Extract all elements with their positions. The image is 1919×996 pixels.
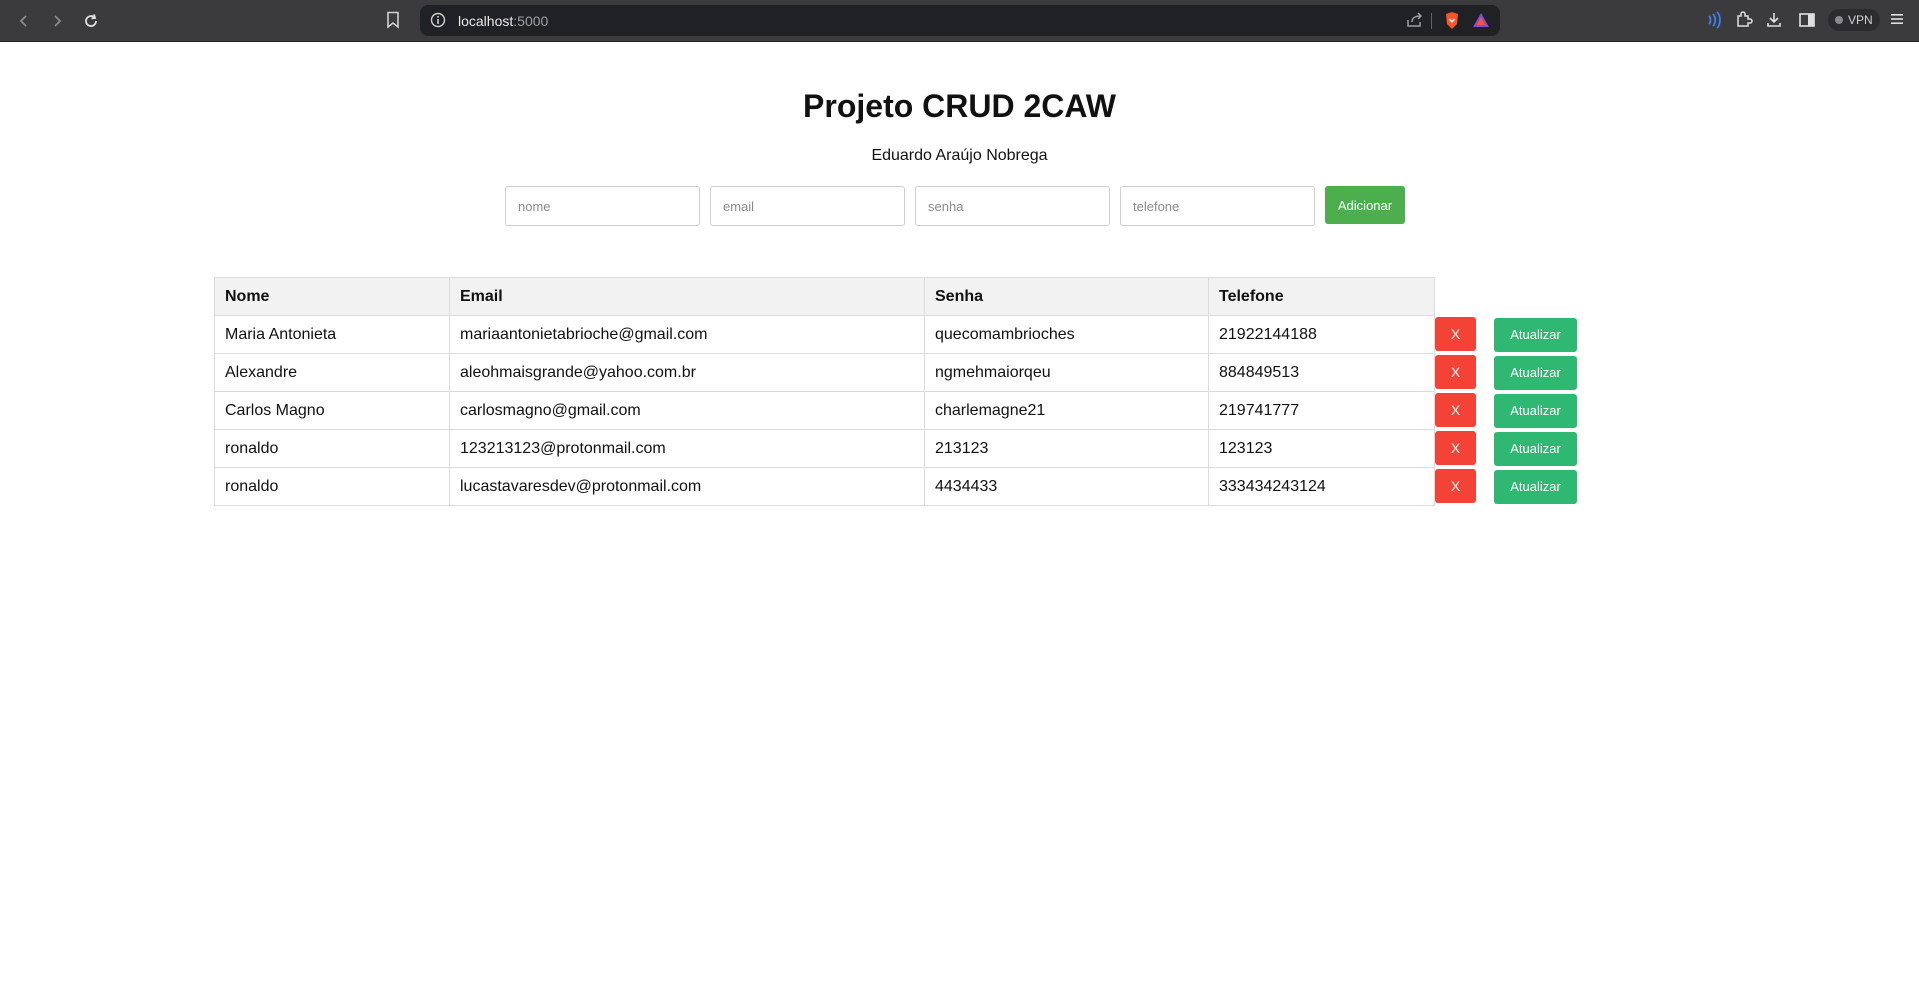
row-actions: X Atualizar [1435, 468, 1595, 506]
vpn-label: VPN [1848, 13, 1873, 27]
cell-nome: ronaldo [214, 467, 450, 506]
table-row: Maria Antonieta mariaantonietabrioche@gm… [214, 315, 1595, 354]
cell-senha: 4434433 [924, 467, 1209, 506]
cell-telefone: 884849513 [1208, 353, 1435, 392]
cell-email: carlosmagno@gmail.com [449, 391, 925, 430]
extensions-icon[interactable] [1735, 11, 1753, 29]
cell-email: 123213123@protonmail.com [449, 429, 925, 468]
speedreader-icon[interactable] [1706, 11, 1722, 29]
vpn-status-icon [1835, 16, 1843, 24]
back-button[interactable] [12, 9, 36, 33]
vpn-button[interactable]: VPN [1828, 9, 1880, 31]
share-icon[interactable] [1406, 12, 1424, 28]
delete-button[interactable]: X [1435, 431, 1476, 466]
brave-rewards-icon[interactable] [1472, 12, 1490, 28]
separator [1431, 13, 1432, 29]
senha-input[interactable] [915, 186, 1110, 226]
chevron-right-icon [54, 15, 62, 27]
table-row: ronaldo lucastavaresdev@protonmail.com 4… [214, 467, 1595, 506]
delete-button[interactable]: X [1435, 393, 1476, 428]
cell-email: mariaantonietabrioche@gmail.com [449, 315, 925, 354]
table-row: Carlos Magno carlosmagno@gmail.com charl… [214, 391, 1595, 430]
reload-icon [85, 14, 97, 27]
table-row: Alexandre aleohmaisgrande@yahoo.com.br n… [214, 353, 1595, 392]
sidebar-icon[interactable] [1798, 11, 1816, 29]
delete-button[interactable]: X [1435, 317, 1476, 352]
cell-nome: Maria Antonieta [214, 315, 450, 354]
cell-senha: quecomambrioches [924, 315, 1209, 354]
delete-button[interactable]: X [1435, 355, 1476, 390]
reload-button[interactable] [79, 9, 103, 33]
update-button[interactable]: Atualizar [1494, 469, 1577, 504]
column-header-email: Email [449, 277, 925, 316]
row-actions: X Atualizar [1435, 316, 1595, 354]
menu-icon[interactable] [1889, 11, 1905, 27]
cell-telefone: 21922144188 [1208, 315, 1435, 354]
page-title: Projeto CRUD 2CAW [803, 88, 1116, 124]
update-button[interactable]: Atualizar [1494, 393, 1577, 428]
browser-toolbar: localhost:5000 VPN [0, 0, 1919, 42]
row-actions: X Atualizar [1435, 354, 1595, 392]
email-input[interactable] [710, 186, 905, 226]
cell-nome: ronaldo [214, 429, 450, 468]
row-actions: X Atualizar [1435, 430, 1595, 468]
brave-shields-icon[interactable] [1444, 11, 1460, 30]
table-header-row: Nome Email Senha Telefone [214, 277, 1595, 316]
cell-senha: charlemagne21 [924, 391, 1209, 430]
cell-senha: 213123 [924, 429, 1209, 468]
url-host: localhost [458, 13, 514, 29]
nome-input[interactable] [505, 186, 700, 226]
column-header-nome: Nome [214, 277, 450, 316]
address-bar[interactable]: localhost:5000 [420, 5, 1500, 36]
cell-telefone: 123123 [1208, 429, 1435, 468]
bookmark-icon[interactable] [386, 11, 400, 29]
cell-email: lucastavaresdev@protonmail.com [449, 467, 925, 506]
column-header-senha: Senha [924, 277, 1209, 316]
url-port: :5000 [513, 13, 549, 29]
download-icon[interactable] [1766, 11, 1782, 29]
info-icon[interactable] [430, 12, 446, 28]
add-button[interactable]: Adicionar [1325, 186, 1405, 224]
update-button[interactable]: Atualizar [1494, 317, 1577, 352]
telefone-input[interactable] [1120, 186, 1315, 226]
cell-nome: Alexandre [214, 353, 450, 392]
table-row: ronaldo 123213123@protonmail.com 213123 … [214, 429, 1595, 468]
update-button[interactable]: Atualizar [1494, 431, 1577, 466]
cell-nome: Carlos Magno [214, 391, 450, 430]
cell-email: aleohmaisgrande@yahoo.com.br [449, 353, 925, 392]
url-text: localhost:5000 [458, 13, 548, 29]
cell-telefone: 333434243124 [1208, 467, 1435, 506]
chevron-left-icon [19, 15, 27, 27]
actions-header-spacer [1435, 278, 1595, 316]
users-table: Nome Email Senha Telefone Maria Antoniet… [214, 277, 1595, 506]
page-subtitle: Eduardo Araújo Nobrega [871, 147, 1048, 164]
cell-telefone: 219741777 [1208, 391, 1435, 430]
forward-button[interactable] [45, 9, 69, 33]
delete-button[interactable]: X [1435, 469, 1476, 504]
update-button[interactable]: Atualizar [1494, 355, 1577, 390]
cell-senha: ngmehmaiorqeu [924, 353, 1209, 392]
row-actions: X Atualizar [1435, 392, 1595, 430]
column-header-telefone: Telefone [1208, 277, 1435, 316]
